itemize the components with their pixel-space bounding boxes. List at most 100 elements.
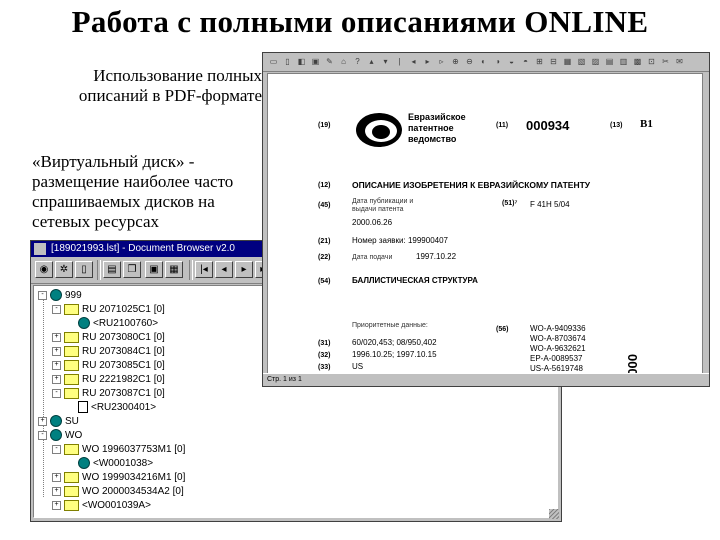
pdf-tool-icon[interactable]: | bbox=[393, 55, 406, 68]
expand-icon[interactable]: + bbox=[52, 374, 61, 384]
inid-code-21: (21) bbox=[318, 238, 331, 245]
globe-icon bbox=[50, 289, 62, 302]
app-icon bbox=[34, 243, 46, 255]
application-number: Номер заявки: 199900407 bbox=[352, 236, 449, 245]
tree-connector bbox=[43, 292, 45, 497]
pdf-tool-icon[interactable]: ✎ bbox=[323, 55, 336, 68]
expand-icon[interactable]: + bbox=[52, 500, 61, 510]
pdf-tool-icon[interactable]: ▣ bbox=[309, 55, 322, 68]
pdf-viewer-window: ▭ ▯ ◧ ▣ ✎ ⌂? ▴ ▾ | ◂ ▸ ▹ ⊕ ⊖ ◐ ◑ ◒ ◓ ⊞ ⊟ ▦ ▧ ▨ ▤ ▥ ▩ ⊡ ✂ ✉ (19) Евра… bbox=[262, 52, 710, 387]
pdf-tool-icon[interactable]: ▹ bbox=[435, 55, 448, 68]
pdf-tool-icon[interactable]: ▧ bbox=[575, 55, 588, 68]
pdf-tool-icon[interactable]: ⊞ bbox=[533, 55, 546, 68]
globe-icon bbox=[50, 415, 62, 428]
next-page-icon[interactable]: ▸ bbox=[235, 261, 253, 278]
pdf-tool-icon[interactable]: ✉ bbox=[673, 55, 686, 68]
pdf-tool-icon[interactable]: ▥ bbox=[617, 55, 630, 68]
collapse-icon[interactable]: - bbox=[52, 388, 61, 398]
pdf-tool-icon[interactable]: ▭ bbox=[267, 55, 280, 68]
pdf-tool-icon[interactable]: ▯ bbox=[281, 55, 294, 68]
tree-item-label: <RU2100760> bbox=[93, 318, 159, 329]
tree-item-label: WO 1996037753M1 [0] bbox=[82, 444, 186, 455]
expand-icon[interactable]: + bbox=[52, 486, 61, 496]
inid-code-31: (31) bbox=[318, 340, 331, 347]
toolbar-separator bbox=[189, 260, 193, 280]
image-icon[interactable]: ▣ bbox=[145, 261, 163, 278]
pdf-tool-icon[interactable]: ◧ bbox=[295, 55, 308, 68]
tree-item[interactable]: <RU2300401> bbox=[66, 400, 156, 416]
gear-icon[interactable]: ✲ bbox=[55, 261, 73, 278]
folder-icon bbox=[64, 373, 79, 385]
tree-item-label: 999 bbox=[65, 290, 82, 301]
collapse-icon[interactable]: - bbox=[38, 430, 47, 440]
expand-icon[interactable]: + bbox=[52, 360, 61, 370]
pdf-tool-icon[interactable]: ▾ bbox=[379, 55, 392, 68]
expand-icon[interactable]: + bbox=[52, 346, 61, 356]
resize-grip[interactable] bbox=[549, 509, 559, 519]
pdf-tool-icon[interactable]: ◒ bbox=[505, 55, 518, 68]
collapse-icon[interactable]: - bbox=[52, 304, 61, 314]
globe-icon bbox=[78, 457, 90, 470]
pdf-tool-icon[interactable]: ⊟ bbox=[547, 55, 560, 68]
invention-title: БАЛЛИСТИЧЕСКАЯ СТРУКТУРА bbox=[352, 276, 478, 285]
first-page-icon[interactable]: |◂ bbox=[195, 261, 213, 278]
pdf-tool-icon[interactable]: ⊡ bbox=[645, 55, 658, 68]
tree-item-label: WO 2000034534A2 [0] bbox=[82, 486, 184, 497]
copy-icon[interactable]: ❐ bbox=[123, 261, 141, 278]
expand-icon[interactable]: + bbox=[38, 416, 47, 426]
citation-item: WO-A-9409336 bbox=[530, 324, 586, 333]
tree-item-label: <WO001039A> bbox=[82, 500, 151, 511]
tree-item-label: WO bbox=[65, 430, 83, 441]
expand-icon[interactable]: + bbox=[52, 332, 61, 342]
browser-title: [189021993.lst] - Document Browser v2.0 bbox=[51, 243, 235, 254]
ipc-class: F 41H 5/04 bbox=[530, 200, 570, 209]
pdf-tool-icon[interactable]: ◐ bbox=[477, 55, 490, 68]
pdf-page[interactable]: (19) Евразийское патентное ведомство (11… bbox=[267, 73, 703, 374]
pdf-tool-icon[interactable]: ▴ bbox=[365, 55, 378, 68]
tree-item-label: RU 2073087C1 [0] bbox=[82, 388, 165, 399]
folder-icon bbox=[64, 485, 79, 497]
print-icon[interactable]: ▤ bbox=[103, 261, 121, 278]
slide-title: Работа с полными описаниями ONLINE bbox=[71, 4, 649, 39]
folder-icon bbox=[64, 387, 79, 399]
pdf-tool-icon[interactable]: ⊕ bbox=[449, 55, 462, 68]
pdf-tool-icon[interactable]: ▨ bbox=[589, 55, 602, 68]
toolbar-separator bbox=[97, 260, 101, 280]
tree-item-label: <RU2300401> bbox=[91, 402, 157, 413]
folder-icon bbox=[64, 331, 79, 343]
pdf-toolbar: ▭ ▯ ◧ ▣ ✎ ⌂? ▴ ▾ | ◂ ▸ ▹ ⊕ ⊖ ◐ ◑ ◒ ◓ ⊞ ⊟ ▦ ▧ ▨ ▤ ▥ ▩ ⊡ ✂ ✉ bbox=[263, 53, 709, 72]
folder-icon bbox=[64, 499, 79, 511]
priority-dates: 1996.10.25; 1997.10.15 bbox=[352, 350, 437, 359]
pdf-tool-icon[interactable]: ◑ bbox=[491, 55, 504, 68]
tree-item[interactable]: + <WO001039A> bbox=[52, 498, 151, 514]
pdf-tool-icon[interactable]: ▩ bbox=[631, 55, 644, 68]
pdf-tool-icon[interactable]: ⊖ bbox=[463, 55, 476, 68]
patent-office-name: Евразийское патентное ведомство bbox=[408, 112, 466, 144]
doc-icon bbox=[78, 401, 88, 414]
expand-icon[interactable]: + bbox=[52, 472, 61, 482]
vertical-patent-number: 000934 bbox=[625, 354, 640, 373]
globe-icon[interactable]: ◉ bbox=[35, 261, 53, 278]
pdf-tool-icon[interactable]: ⌂ bbox=[337, 55, 350, 68]
tree-item-label: WO 1999034216M1 [0] bbox=[82, 472, 186, 483]
patent-kind: B1 bbox=[640, 118, 653, 130]
priority-numbers: 60/020,453; 08/950,402 bbox=[352, 338, 437, 347]
citation-item: EP-A-0089537 bbox=[530, 354, 583, 363]
save-icon[interactable]: ▦ bbox=[165, 261, 183, 278]
pdf-tool-icon[interactable]: ◓ bbox=[519, 55, 532, 68]
document-heading: ОПИСАНИЕ ИЗОБРЕТЕНИЯ К ЕВРАЗИЙСКОМУ ПАТЕ… bbox=[352, 180, 591, 190]
filing-date: 1997.10.22 bbox=[416, 252, 457, 261]
document-icon[interactable]: ▯ bbox=[75, 261, 93, 278]
tree-item-label: SU bbox=[65, 416, 79, 427]
inid-code-11: (11) bbox=[496, 122, 509, 129]
prev-page-icon[interactable]: ◂ bbox=[215, 261, 233, 278]
pdf-tool-icon[interactable]: ▦ bbox=[561, 55, 574, 68]
pdf-tool-icon[interactable]: ▤ bbox=[603, 55, 616, 68]
collapse-icon[interactable]: - bbox=[52, 444, 61, 454]
pdf-tool-icon[interactable]: ? bbox=[351, 55, 364, 68]
collapse-icon[interactable]: - bbox=[38, 290, 47, 300]
pdf-tool-icon[interactable]: ◂ bbox=[407, 55, 420, 68]
bullet-pdf-descriptions: Использование полных описаний в PDF-форм… bbox=[78, 66, 262, 105]
pdf-tool-icon[interactable]: ▸ bbox=[421, 55, 434, 68]
pdf-tool-icon[interactable]: ✂ bbox=[659, 55, 672, 68]
